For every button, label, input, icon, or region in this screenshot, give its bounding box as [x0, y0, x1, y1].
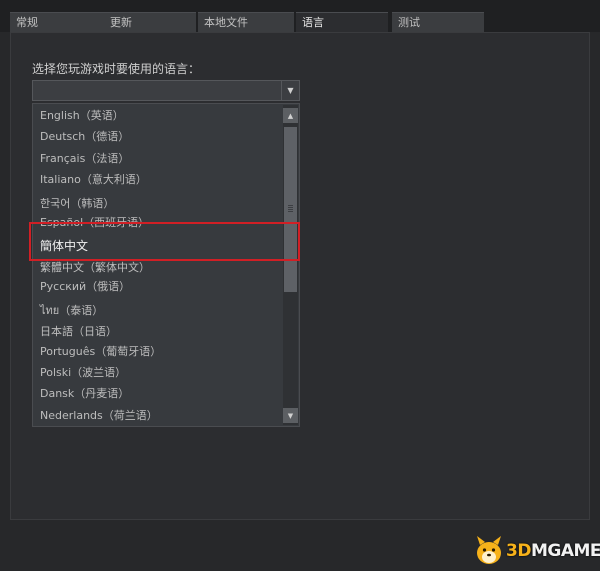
language-list[interactable]: English（英语） Deutsch（德语） Français（法语） Ita…	[32, 103, 300, 427]
language-option-dutch[interactable]: Nederlands（荷兰语）	[40, 407, 158, 423]
language-option-korean[interactable]: 한국어（韩语）	[40, 195, 114, 211]
language-option-danish[interactable]: Dansk（丹麦语）	[40, 385, 129, 401]
language-option-polish[interactable]: Polski（波兰语）	[40, 364, 126, 380]
tab-general[interactable]: 常规	[10, 12, 106, 32]
tab-label: 更新	[110, 16, 132, 29]
scroll-down-arrow-icon[interactable]: ▼	[283, 408, 298, 423]
tab-strip: 常规 更新 本地文件 语言 测试	[0, 8, 600, 33]
dropdown-arrow-icon[interactable]: ▼	[281, 81, 299, 100]
language-option-portuguese[interactable]: Português（葡萄牙语）	[40, 343, 161, 359]
watermark-accent: 3D	[506, 541, 531, 561]
language-option-italian[interactable]: Italiano（意大利语）	[40, 171, 147, 187]
language-dropdown[interactable]: ▼	[32, 80, 300, 101]
language-option-thai[interactable]: ไทย（泰语）	[40, 301, 103, 319]
window-titlebar	[0, 0, 600, 8]
language-option-traditional-chinese[interactable]: 繁體中文（繁体中文）	[40, 259, 150, 275]
language-option-english[interactable]: English（英语）	[40, 107, 124, 123]
tab-local-files[interactable]: 本地文件	[198, 12, 294, 32]
tab-label: 测试	[398, 16, 420, 29]
language-prompt: 选择您玩游戏时要使用的语言：	[32, 62, 201, 76]
tab-betas[interactable]: 测试	[392, 12, 484, 32]
language-list-scrollbar[interactable]: ▲ ▼	[283, 105, 298, 425]
tab-label: 本地文件	[204, 16, 248, 29]
scrollbar-thumb[interactable]	[284, 127, 297, 292]
language-option-french[interactable]: Français（法语）	[40, 150, 129, 166]
scroll-up-arrow-icon[interactable]: ▲	[283, 108, 298, 123]
annotation-highlight-box	[29, 222, 300, 261]
tab-language[interactable]: 语言	[296, 12, 388, 33]
language-option-japanese[interactable]: 日本語（日语）	[40, 323, 117, 339]
tab-updates[interactable]: 更新	[104, 12, 196, 32]
tab-label: 常规	[16, 16, 38, 29]
language-option-german[interactable]: Deutsch（德语）	[40, 128, 129, 144]
tab-label: 语言	[302, 16, 324, 29]
grip-icon	[288, 205, 293, 212]
watermark-logo-icon	[477, 536, 501, 564]
watermark-text: 3DMGAME	[506, 541, 600, 561]
language-option-russian[interactable]: Русский（俄语）	[40, 278, 130, 294]
site-watermark: 3DMGAME	[474, 532, 600, 568]
